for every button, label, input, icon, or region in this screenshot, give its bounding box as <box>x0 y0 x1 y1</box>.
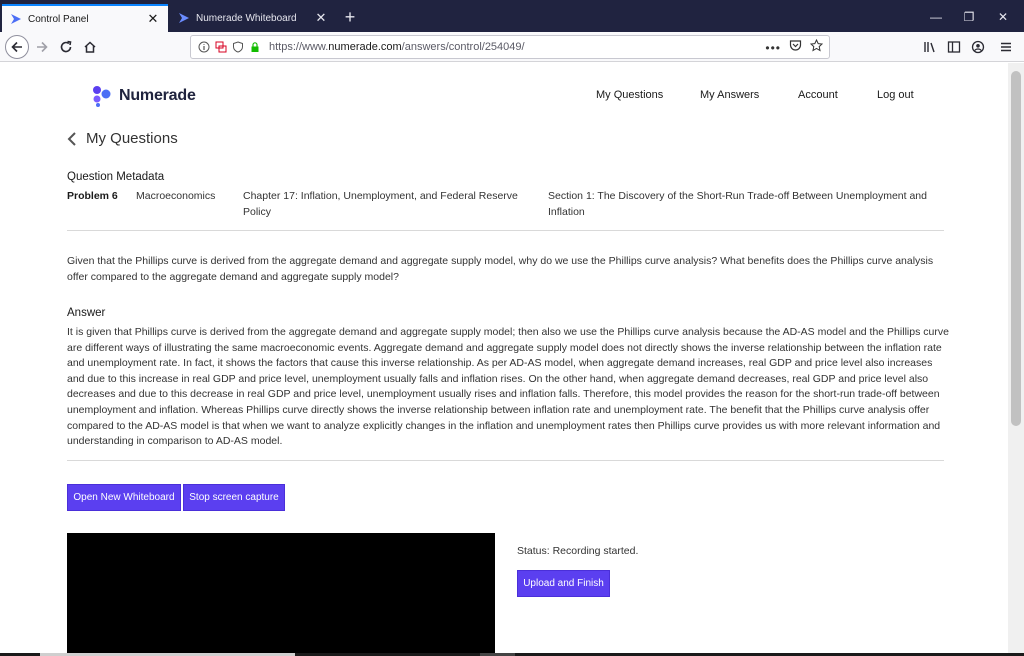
home-button[interactable] <box>78 35 102 59</box>
chevron-left-icon <box>67 131 76 146</box>
url-text[interactable]: https://www.numerade.com/answers/control… <box>269 41 525 53</box>
page-content: Numerade My Questions My Answers Account… <box>0 63 1008 656</box>
library-icon <box>924 42 935 53</box>
divider <box>67 230 944 231</box>
browser-navigation-bar: https://www.numerade.com/answers/control… <box>0 32 1024 62</box>
sidebar-icon <box>947 41 961 53</box>
library-button[interactable] <box>918 35 942 59</box>
answer-text: It is given that Phillips curve is deriv… <box>67 326 949 448</box>
numerade-logo-icon <box>93 86 111 107</box>
reload-button[interactable] <box>54 35 78 59</box>
pocket-icon[interactable] <box>789 39 802 57</box>
minimize-window-icon[interactable]: — <box>925 8 947 26</box>
close-window-icon[interactable]: ✕ <box>992 8 1014 26</box>
metadata-heading: Question Metadata <box>67 171 165 183</box>
account-button[interactable] <box>966 35 990 59</box>
forward-button[interactable] <box>30 35 54 59</box>
restore-window-icon[interactable]: ❐ <box>958 8 980 26</box>
address-bar[interactable]: https://www.numerade.com/answers/control… <box>190 35 830 59</box>
home-icon <box>84 41 96 53</box>
stop-screen-capture-button[interactable]: Stop screen capture <box>183 484 285 511</box>
nav-account[interactable]: Account <box>798 89 838 101</box>
tab-title: Control Panel <box>28 13 89 25</box>
account-icon <box>971 40 985 54</box>
metadata-problem: Problem 6 <box>67 190 118 202</box>
answer-heading: Answer <box>67 307 106 319</box>
numerade-favicon-icon <box>10 13 22 25</box>
logo-text: Numerade <box>119 87 196 104</box>
lock-icon <box>248 40 262 54</box>
open-new-whiteboard-button[interactable]: Open New Whiteboard <box>67 484 181 511</box>
nav-my-answers[interactable]: My Answers <box>700 89 759 101</box>
page-scrollbar[interactable] <box>1008 63 1024 656</box>
sidebar-button[interactable] <box>942 35 966 59</box>
arrow-right-icon <box>37 41 48 53</box>
bookmark-star-icon[interactable] <box>809 38 824 57</box>
close-tab-icon[interactable]: ✕ <box>314 11 328 25</box>
new-tab-button[interactable]: + <box>340 8 360 28</box>
hamburger-menu-icon <box>1001 42 1011 52</box>
tab-title: Numerade Whiteboard <box>196 12 297 24</box>
back-button[interactable] <box>5 35 29 59</box>
page-title: My Questions <box>86 130 178 147</box>
divider <box>67 460 944 461</box>
back-to-questions[interactable]: My Questions <box>66 130 178 147</box>
numerade-logo[interactable]: Numerade <box>92 85 196 107</box>
numerade-favicon-icon <box>178 12 190 24</box>
upload-and-finish-button[interactable]: Upload and Finish <box>517 570 610 597</box>
info-icon[interactable] <box>197 40 211 54</box>
metadata-subject: Macroeconomics <box>136 190 216 202</box>
nav-log-out[interactable]: Log out <box>877 89 914 101</box>
close-tab-icon[interactable]: ✕ <box>146 12 160 26</box>
nav-my-questions[interactable]: My Questions <box>596 89 663 101</box>
scrollbar-thumb[interactable] <box>1011 71 1021 426</box>
recording-status: Status: Recording started. <box>517 545 639 557</box>
screen-capture-preview <box>67 533 495 656</box>
menu-button[interactable] <box>994 35 1018 59</box>
metadata-chapter: Chapter 17: Inflation, Unemployment, and… <box>243 190 518 218</box>
reload-icon <box>60 40 72 53</box>
page-actions-icon[interactable]: ••• <box>765 41 781 55</box>
arrow-left-icon <box>11 41 22 53</box>
shield-icon[interactable] <box>231 40 245 54</box>
question-text: Given that the Phillips curve is derived… <box>67 255 934 283</box>
tab-numerade-whiteboard[interactable]: Numerade Whiteboard ✕ <box>170 4 336 32</box>
permissions-icon[interactable] <box>214 40 228 54</box>
browser-tab-bar: Control Panel ✕ Numerade Whiteboard ✕ + … <box>0 0 1024 32</box>
metadata-section: Section 1: The Discovery of the Short-Ru… <box>548 190 927 218</box>
tab-control-panel[interactable]: Control Panel ✕ <box>2 4 168 32</box>
